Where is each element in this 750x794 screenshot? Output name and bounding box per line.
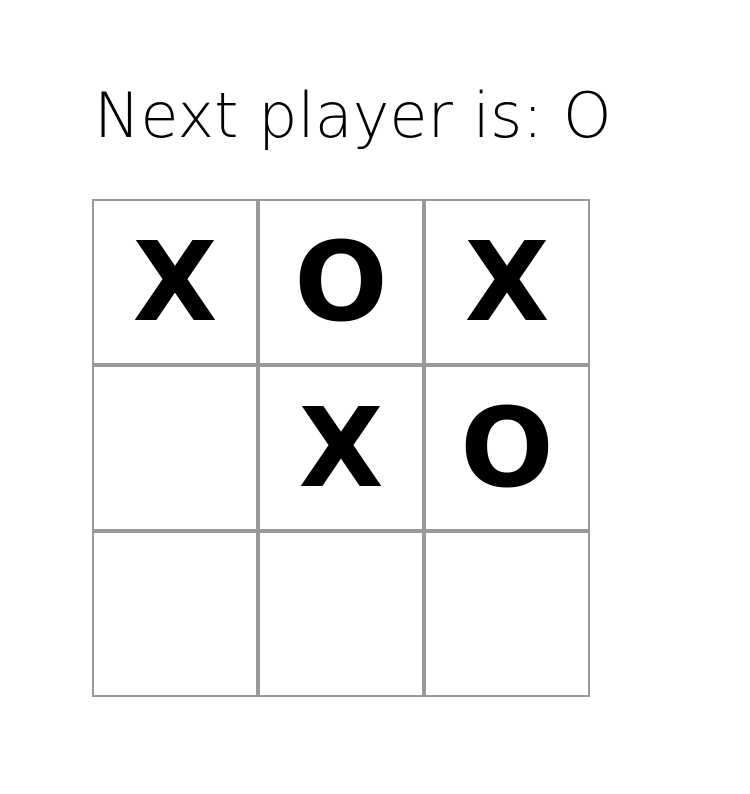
board-square-0[interactable]: X [92,199,258,365]
board-square-1[interactable]: O [258,199,424,365]
game-board: X O X X O [92,199,591,698]
board-square-7[interactable] [258,531,424,697]
board-square-5[interactable]: O [424,365,590,531]
board-square-2[interactable]: X [424,199,590,365]
board-square-4[interactable]: X [258,365,424,531]
board-square-3[interactable] [92,365,258,531]
game-status: Next player is: O [94,79,612,152]
board-square-6[interactable] [92,531,258,697]
board-square-8[interactable] [424,531,590,697]
